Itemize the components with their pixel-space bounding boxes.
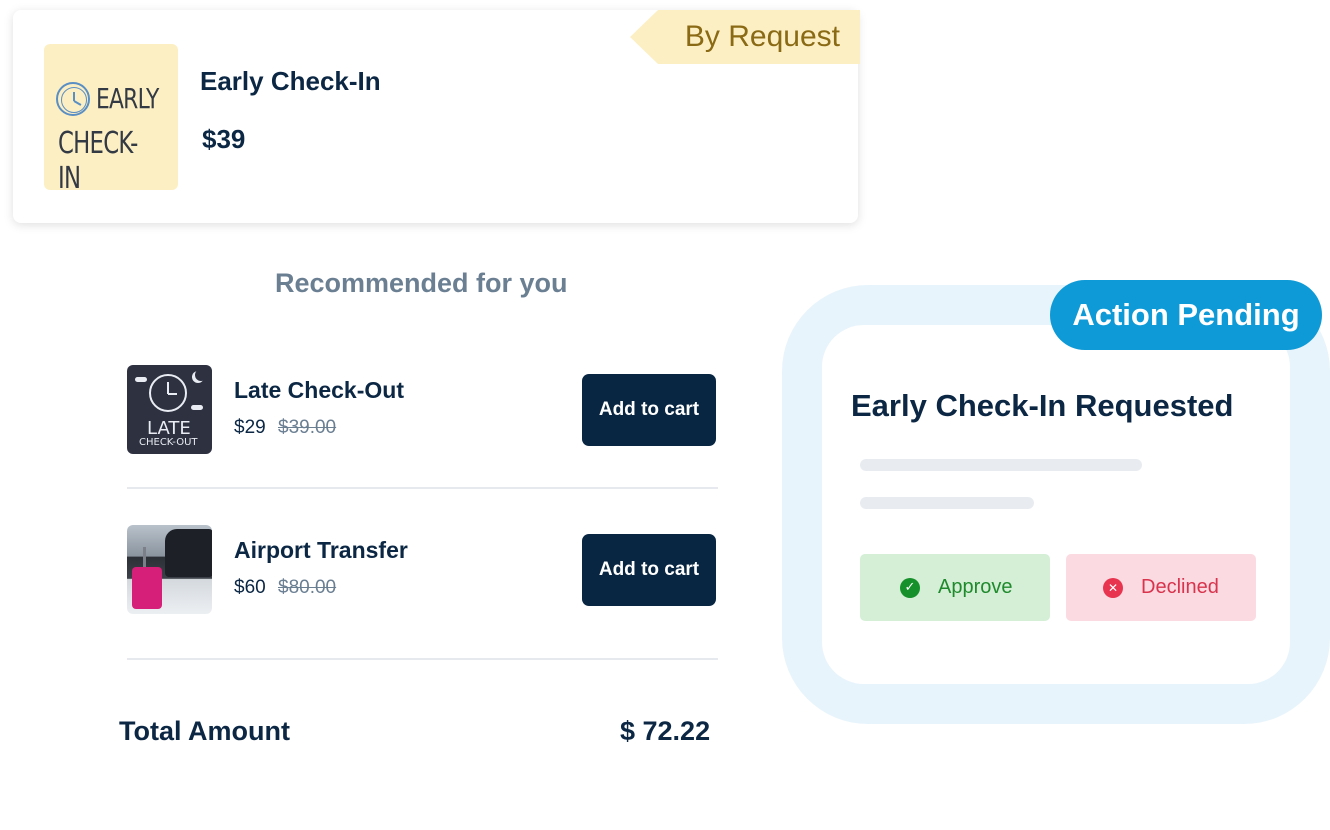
add-to-cart-button[interactable]: Add to cart <box>582 534 716 606</box>
item-name: Late Check-Out <box>234 377 404 403</box>
late-checkout-image: LATE CHECK-OUT <box>127 365 212 454</box>
clock-icon <box>56 82 90 116</box>
decline-label: Declined <box>1141 576 1219 598</box>
add-to-cart-button[interactable]: Add to cart <box>582 374 716 446</box>
approve-label: Approve <box>938 576 1013 598</box>
placeholder-line <box>860 459 1142 471</box>
late-checkout-image-text-2: CHECK-OUT <box>139 437 198 448</box>
list-item: Airport Transfer $60 $80.00 Add to cart <box>127 525 718 615</box>
early-checkin-image-text-2: CHECK-IN <box>58 126 138 196</box>
item-price: $60 <box>234 577 266 598</box>
placeholder-line <box>860 497 1034 509</box>
action-pending-badge: Action Pending <box>1050 280 1322 350</box>
by-request-badge: By Request <box>630 10 860 64</box>
divider <box>127 658 718 660</box>
offer-title: Early Check-In <box>200 66 381 96</box>
decline-button[interactable]: ✕ Declined <box>1066 554 1256 621</box>
list-item: LATE CHECK-OUT Late Check-Out $29 $39.00… <box>127 365 718 455</box>
recommended-heading: Recommended for you <box>275 268 568 298</box>
clock-icon <box>149 374 187 412</box>
early-checkin-image: EARLY CHECK-IN <box>44 44 178 196</box>
cloud-icon <box>191 405 203 410</box>
suitcase-icon <box>132 567 162 609</box>
item-name: Airport Transfer <box>234 537 408 563</box>
item-original-price: $80.00 <box>278 577 337 598</box>
late-checkout-image-text-1: LATE <box>147 418 191 439</box>
total-label: Total Amount <box>119 716 290 746</box>
offer-price: $39 <box>202 124 246 154</box>
total-value: $ 72.22 <box>620 716 711 746</box>
request-title: Early Check-In Requested <box>851 388 1234 423</box>
airport-transfer-image <box>127 525 212 614</box>
moon-icon <box>195 369 207 381</box>
divider <box>127 487 718 489</box>
item-original-price: $39.00 <box>278 417 337 438</box>
check-circle-icon: ✓ <box>900 578 920 598</box>
x-circle-icon: ✕ <box>1103 578 1123 598</box>
item-price: $29 <box>234 417 266 438</box>
approve-button[interactable]: ✓ Approve <box>860 554 1050 621</box>
cloud-icon <box>135 377 147 382</box>
early-checkin-image-text-1: EARLY <box>96 82 159 115</box>
